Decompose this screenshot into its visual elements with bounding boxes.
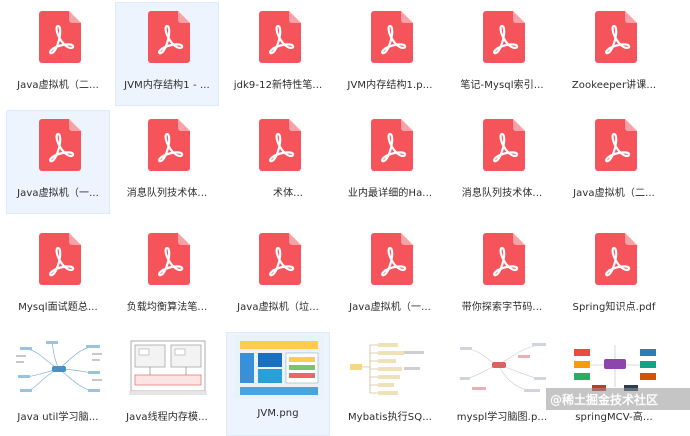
file-item[interactable]: JVM.png <box>226 332 330 436</box>
file-name-label: 术体... <box>272 188 304 199</box>
file-name-label: 笔记-Mysql索引... <box>460 80 544 91</box>
file-item[interactable]: Spring知识点.pdf <box>562 224 666 328</box>
file-item[interactable]: JVM内存结构1.p... <box>338 2 442 106</box>
file-item[interactable]: 消息队列技术体... <box>450 110 554 214</box>
image-thumbnail <box>346 335 436 399</box>
pdf-file-icon <box>371 233 413 285</box>
file-name-label: jdk9-12新特性笔... <box>233 80 323 91</box>
file-item[interactable]: JVM内存结构1 - ... <box>115 2 219 106</box>
file-item[interactable]: Java虚拟机（垃... <box>226 224 330 328</box>
pdf-file-icon <box>483 119 525 171</box>
file-name-label: Mybatis执行SQ... <box>347 412 433 423</box>
image-thumbnail <box>234 335 324 399</box>
file-name-label: 消息队列技术体... <box>126 188 208 199</box>
image-thumbnail <box>123 335 213 399</box>
file-name-label: Java线程内存模... <box>126 412 208 423</box>
file-name-label: springMCV-高... <box>575 412 653 423</box>
file-name-label: 业内最详细的Ha... <box>347 188 433 199</box>
pdf-file-icon <box>483 11 525 63</box>
image-thumbnail <box>14 335 104 399</box>
pdf-file-icon <box>595 119 637 171</box>
pdf-file-icon <box>371 11 413 63</box>
file-name-label: Java util学习脑... <box>17 412 99 423</box>
file-item[interactable]: Mysql面试题总... <box>6 224 110 328</box>
file-name-label: JVM.png <box>257 408 299 419</box>
file-item[interactable]: Java虚拟机（二... <box>6 2 110 106</box>
pdf-file-icon <box>259 119 301 171</box>
pdf-file-icon <box>371 119 413 171</box>
file-name-label: JVM内存结构1 - ... <box>124 80 210 91</box>
file-item[interactable]: 术体... <box>226 110 330 214</box>
file-item[interactable]: 消息队列技术体... <box>115 110 219 214</box>
pdf-file-icon <box>259 11 301 63</box>
file-item[interactable]: 负载均衡算法笔... <box>115 224 219 328</box>
file-name-label: JVM内存结构1.p... <box>347 80 433 91</box>
file-name-label: 带你探索字节码... <box>461 302 543 313</box>
file-name-label: 负载均衡算法笔... <box>126 302 208 313</box>
file-item[interactable]: Zookeeper讲课... <box>562 2 666 106</box>
file-name-label: Zookeeper讲课... <box>571 80 657 91</box>
file-name-label: Java虚拟机（二... <box>17 80 99 91</box>
file-name-label: Java虚拟机（一... <box>349 302 431 313</box>
file-item[interactable]: Mybatis执行SQ... <box>338 332 442 436</box>
pdf-file-icon <box>483 233 525 285</box>
file-item[interactable]: 笔记-Mysql索引... <box>450 2 554 106</box>
pdf-file-icon <box>39 11 81 63</box>
watermark: @稀土掘金技术社区 <box>546 388 690 410</box>
file-item[interactable]: Java虚拟机（一... <box>338 224 442 328</box>
pdf-file-icon <box>39 233 81 285</box>
file-grid: Java虚拟机（二... JVM内存结构1 - ... jdk9-12新特性笔.… <box>0 0 690 436</box>
file-name-label: Java虚拟机（垃... <box>237 302 319 313</box>
file-name-label: Java虚拟机（二... <box>573 188 655 199</box>
file-name-label: Spring知识点.pdf <box>572 302 656 313</box>
file-item[interactable]: 带你探索字节码... <box>450 224 554 328</box>
file-item[interactable]: springMCV-高... <box>562 332 666 436</box>
file-item[interactable]: Java虚拟机（二... <box>562 110 666 214</box>
file-name-label: 消息队列技术体... <box>461 188 543 199</box>
file-item[interactable]: jdk9-12新特性笔... <box>226 2 330 106</box>
pdf-file-icon <box>39 119 81 171</box>
file-item[interactable]: Java线程内存模... <box>115 332 219 436</box>
file-item[interactable]: Java util学习脑... <box>6 332 110 436</box>
file-name-label: myspl学习脑图.p... <box>456 412 548 423</box>
file-item[interactable]: 业内最详细的Ha... <box>338 110 442 214</box>
pdf-file-icon <box>148 11 190 63</box>
file-name-label: Mysql面试题总... <box>18 302 98 313</box>
file-name-label: Java虚拟机（一... <box>17 188 99 199</box>
pdf-file-icon <box>259 233 301 285</box>
pdf-file-icon <box>148 119 190 171</box>
pdf-file-icon <box>595 233 637 285</box>
image-thumbnail <box>458 335 548 399</box>
file-item[interactable]: myspl学习脑图.p... <box>450 332 554 436</box>
file-item[interactable]: Java虚拟机（一... <box>6 110 110 214</box>
pdf-file-icon <box>148 233 190 285</box>
pdf-file-icon <box>595 11 637 63</box>
